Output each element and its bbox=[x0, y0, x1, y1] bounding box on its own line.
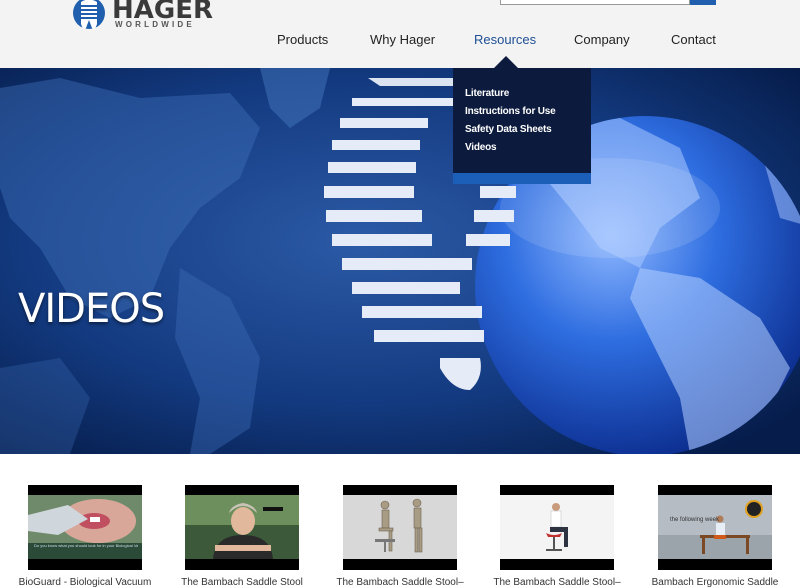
menu-item-safety-data-sheets[interactable]: Safety Data Sheets bbox=[465, 124, 552, 135]
menu-item-instructions-for-use[interactable]: Instructions for Use bbox=[465, 106, 556, 117]
video-title-bioguard[interactable]: BioGuard - Biological Vacuum bbox=[10, 577, 160, 588]
video-title-bambach-1[interactable]: The Bambach Saddle Stool bbox=[167, 577, 317, 588]
video-thumbnail-bioguard[interactable]: Do you know what you should look for in … bbox=[28, 485, 142, 570]
video-title-bambach-3[interactable]: The Bambach Saddle Stool– bbox=[482, 577, 632, 588]
nav-resources[interactable]: Resources bbox=[474, 32, 536, 47]
video-gallery: Do you know what you should look for in … bbox=[0, 454, 800, 588]
video-still-image bbox=[343, 495, 457, 559]
video-still-image bbox=[28, 495, 142, 559]
video-title-bambach-2[interactable]: The Bambach Saddle Stool– bbox=[325, 577, 475, 588]
video-thumbnail-bambach-3[interactable] bbox=[500, 485, 614, 570]
nav-why-hager[interactable]: Why Hager bbox=[370, 32, 435, 47]
video-still-image bbox=[185, 495, 299, 559]
dropdown-accent-bar bbox=[453, 173, 591, 184]
logo[interactable]: HAGER WORLDWIDE bbox=[72, 0, 213, 32]
site-header: HAGER WORLDWIDE Products Why Hager Resou… bbox=[0, 0, 800, 68]
search-button[interactable] bbox=[690, 0, 716, 5]
nav-products[interactable]: Products bbox=[277, 32, 328, 47]
dropdown-pointer bbox=[494, 56, 518, 68]
nav-contact[interactable]: Contact bbox=[671, 32, 716, 47]
menu-item-literature[interactable]: Literature bbox=[465, 88, 509, 99]
video-thumbnail-bambach-ergonomic[interactable]: the following week bbox=[658, 485, 772, 570]
hager-logo-icon bbox=[73, 0, 105, 29]
video-still-image bbox=[658, 495, 772, 559]
video-thumbnail-bambach-1[interactable] bbox=[185, 485, 299, 570]
hero-background-image bbox=[0, 68, 800, 454]
video-thumbnail-bambach-2[interactable] bbox=[343, 485, 457, 570]
video-caption: Do you know what you should look for in … bbox=[34, 543, 138, 548]
page-title: VIDEOS bbox=[18, 286, 165, 332]
hero-banner: VIDEOS bbox=[0, 68, 800, 454]
video-still-image bbox=[500, 495, 614, 559]
menu-item-videos[interactable]: Videos bbox=[465, 142, 497, 153]
nav-company[interactable]: Company bbox=[574, 32, 630, 47]
video-caption: the following week bbox=[670, 517, 720, 523]
video-title-bambach-ergonomic[interactable]: Bambach Ergonomic Saddle bbox=[640, 577, 790, 588]
logo-subtitle: WORLDWIDE bbox=[115, 20, 195, 29]
resources-dropdown-menu: Literature Instructions for Use Safety D… bbox=[453, 68, 591, 184]
search-input[interactable] bbox=[500, 0, 690, 5]
main-nav: Products Why Hager Resources Company Con… bbox=[0, 32, 800, 52]
